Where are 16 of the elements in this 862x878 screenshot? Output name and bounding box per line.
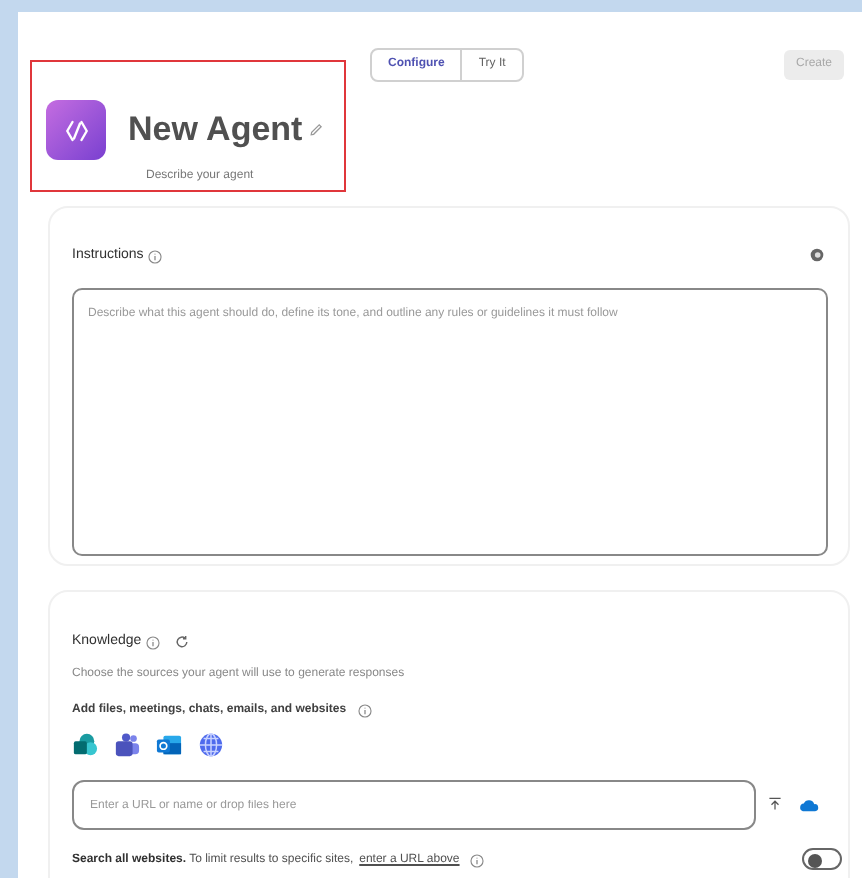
info-icon[interactable] <box>358 704 373 718</box>
toggle-switch[interactable] <box>802 848 842 870</box>
refresh-icon[interactable] <box>173 634 190 651</box>
people-cloud-icon[interactable] <box>72 732 98 758</box>
copilot-icon[interactable] <box>810 248 824 262</box>
cloud-icon[interactable] <box>798 798 820 812</box>
agent-logo-icon <box>46 100 106 160</box>
globe-icon[interactable] <box>198 732 224 758</box>
agent-name: New Agent <box>128 112 303 146</box>
envelope-icon[interactable] <box>156 732 182 758</box>
upload-icon[interactable] <box>768 796 782 812</box>
edit-icon[interactable] <box>308 121 325 137</box>
info-icon[interactable] <box>147 249 162 264</box>
people-group-icon[interactable] <box>114 732 140 758</box>
info-icon[interactable] <box>145 635 160 650</box>
info-icon[interactable] <box>469 854 484 868</box>
